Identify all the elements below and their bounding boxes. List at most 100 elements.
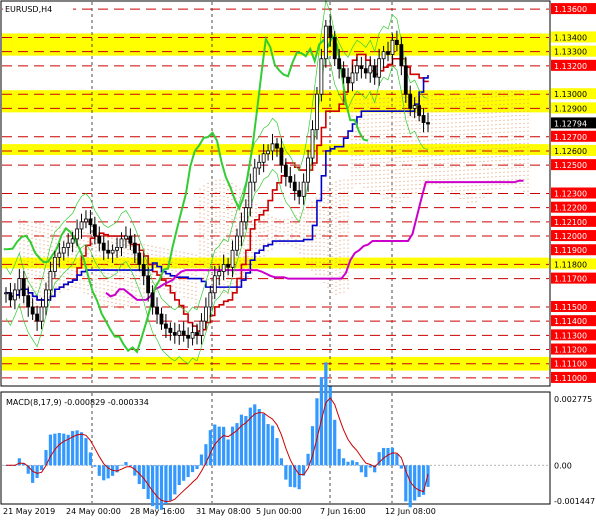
cloud-dot	[219, 235, 221, 237]
cloud-dot	[395, 133, 397, 135]
cloud-dot	[467, 133, 469, 135]
cloud-dot	[127, 305, 129, 307]
cloud-dot	[347, 183, 349, 185]
cloud-dot	[487, 184, 489, 186]
cloud-dot	[507, 175, 509, 177]
cloud-dot	[303, 233, 305, 235]
cloud-dot	[211, 236, 213, 239]
cloud-dot	[175, 254, 177, 256]
cloud-dot	[507, 171, 509, 173]
cloud-dot	[123, 280, 125, 282]
cloud-dot	[435, 115, 437, 117]
cloud-dot	[491, 176, 493, 178]
macd-bar	[408, 465, 412, 508]
cloud-dot	[199, 252, 201, 254]
cloud-dot	[107, 285, 109, 287]
cloud-dot	[187, 297, 189, 299]
cloud-dot	[335, 245, 337, 247]
cloud-dot	[239, 276, 241, 278]
cloud-dot	[463, 185, 465, 187]
candle-body	[97, 235, 102, 244]
cloud-dot	[87, 261, 89, 263]
cloud-dot	[471, 93, 473, 95]
cloud-dot	[347, 235, 349, 237]
candle-body	[235, 235, 239, 251]
cloud-dot	[327, 214, 329, 216]
trading-chart-window[interactable]: EURUSD,H4 1.136001.134001.133001.132001.…	[0, 0, 596, 521]
cloud-dot	[235, 193, 237, 195]
cloud-dot	[411, 136, 413, 138]
cloud-dot	[423, 175, 425, 177]
cloud-dot	[367, 158, 369, 160]
cloud-dot	[231, 282, 233, 285]
candle-body	[421, 115, 426, 123]
cloud-dot	[423, 99, 425, 101]
cloud-dot	[519, 126, 521, 129]
price-tag: 1.13000	[554, 90, 587, 99]
cloud-dot	[303, 253, 305, 255]
cloud-dot	[459, 145, 461, 148]
cloud-dot	[347, 279, 349, 281]
cloud-dot	[247, 228, 249, 230]
cloud-dot	[83, 236, 85, 238]
cloud-dot	[199, 240, 201, 242]
candle-body	[212, 275, 217, 294]
cloud-dot	[291, 225, 293, 227]
cloud-dot	[379, 97, 381, 100]
cloud-dot	[23, 264, 25, 266]
cloud-dot	[459, 193, 461, 196]
cloud-dot	[167, 277, 169, 279]
cloud-dot	[203, 249, 205, 251]
cloud-dot	[219, 251, 221, 253]
cloud-dot	[447, 94, 449, 96]
cloud-dot	[51, 249, 53, 251]
cloud-dot	[383, 169, 385, 171]
cloud-dot	[395, 137, 397, 139]
cloud-dot	[451, 170, 453, 172]
cloud-dot	[435, 171, 437, 173]
cloud-dot	[91, 297, 93, 299]
cloud-dot	[443, 174, 445, 176]
cloud-dot	[343, 267, 345, 269]
macd-bar	[386, 447, 390, 466]
cloud-dot	[327, 234, 329, 236]
macd-bar	[226, 439, 230, 466]
cloud-dot	[383, 193, 385, 195]
cloud-dot	[459, 105, 461, 108]
cloud-dot	[339, 196, 341, 198]
cloud-dot	[323, 233, 325, 236]
cloud-dot	[335, 281, 337, 283]
cloud-dot	[479, 172, 481, 175]
cloud-dot	[227, 277, 229, 279]
cloud-dot	[435, 179, 437, 181]
cloud-dot	[515, 91, 517, 93]
cloud-dot	[339, 240, 341, 242]
cloud-dot	[487, 140, 489, 142]
cloud-dot	[515, 163, 517, 165]
cloud-dot	[251, 272, 253, 274]
cloud-dot	[227, 281, 229, 283]
cloud-dot	[395, 101, 397, 103]
price-tag: 1.13600	[554, 5, 587, 14]
cloud-dot	[427, 95, 429, 97]
price-tag: 1.11400	[554, 317, 587, 326]
cloud-dot	[55, 286, 57, 288]
candle-body	[279, 147, 284, 166]
cloud-dot	[431, 95, 433, 97]
cloud-dot	[99, 251, 101, 253]
cloud-dot	[363, 178, 365, 180]
cloud-dot	[359, 102, 361, 105]
cloud-dot	[387, 125, 389, 127]
cloud-dot	[207, 230, 209, 233]
price-axis[interactable]: 1.136001.134001.133001.132001.130001.129…	[551, 3, 596, 383]
cloud-dot	[527, 134, 529, 136]
cloud-dot	[335, 221, 337, 223]
cloud-dot	[423, 103, 425, 105]
cloud-dot	[399, 192, 401, 195]
cloud-dot	[471, 117, 473, 119]
cloud-dot	[67, 277, 69, 279]
macd-bar	[186, 465, 190, 478]
cloud-dot	[363, 162, 365, 164]
cloud-dot	[331, 291, 333, 294]
cloud-dot	[303, 217, 305, 219]
